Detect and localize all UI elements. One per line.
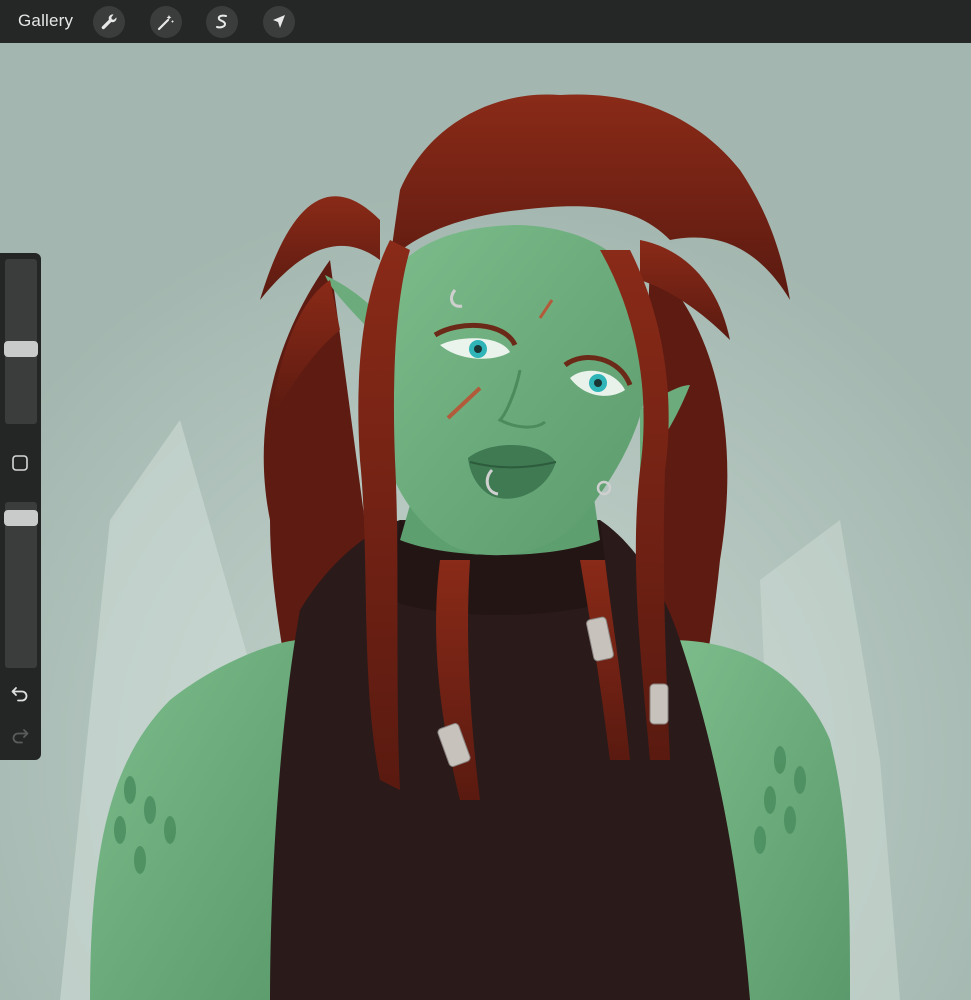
brush-size-slider[interactable] xyxy=(4,259,38,424)
artwork xyxy=(0,43,971,1000)
left-sidebar xyxy=(0,253,41,760)
undo-icon xyxy=(11,687,28,702)
arrow-cursor-icon xyxy=(273,15,285,28)
opacity-thumb[interactable] xyxy=(4,510,38,526)
wrench-icon xyxy=(101,14,117,30)
adjustments-button[interactable] xyxy=(150,6,182,38)
selection-button[interactable] xyxy=(206,6,238,38)
redo-button[interactable] xyxy=(10,725,30,745)
top-toolbar: Gallery xyxy=(0,0,971,43)
brush-size-thumb[interactable] xyxy=(4,341,38,357)
square-icon xyxy=(12,455,28,471)
procreate-app: Gallery xyxy=(0,0,971,1000)
modify-button[interactable] xyxy=(10,453,30,473)
drawing-canvas[interactable] xyxy=(0,43,971,1000)
transform-button[interactable] xyxy=(263,6,295,38)
opacity-slider[interactable] xyxy=(4,502,38,668)
actions-button[interactable] xyxy=(93,6,125,38)
undo-button[interactable] xyxy=(10,683,30,703)
gallery-button[interactable]: Gallery xyxy=(18,11,73,31)
selection-icon xyxy=(216,14,227,29)
magic-wand-icon xyxy=(157,15,174,31)
redo-icon xyxy=(12,729,29,744)
